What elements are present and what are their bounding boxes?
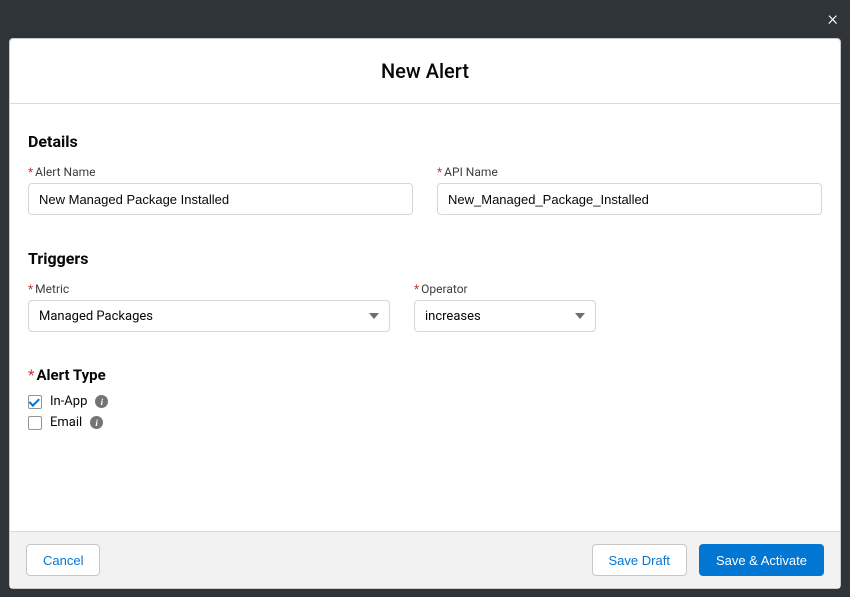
in-app-checkbox[interactable] [28, 395, 42, 409]
alert-type-heading-text: Alert Type [36, 366, 105, 384]
close-icon[interactable]: × [828, 8, 838, 28]
operator-select-value: increases [425, 309, 481, 324]
email-row: Email i [28, 415, 822, 430]
cancel-button[interactable]: Cancel [26, 544, 100, 576]
alert-name-input[interactable] [28, 183, 413, 215]
modal-body: Details * Alert Name * API Name [10, 104, 840, 531]
alert-name-field-group: * Alert Name [28, 165, 413, 215]
in-app-row: In-App i [28, 394, 822, 409]
alert-name-label-text: Alert Name [35, 165, 95, 179]
required-indicator: * [28, 366, 34, 384]
operator-label: * Operator [414, 282, 596, 296]
alert-name-label: * Alert Name [28, 165, 413, 179]
metric-select-value: Managed Packages [39, 309, 153, 324]
required-indicator: * [437, 165, 442, 179]
email-checkbox[interactable] [28, 416, 42, 430]
alert-type-section: *Alert Type In-App i Email i [28, 366, 822, 430]
api-name-input[interactable] [437, 183, 822, 215]
api-name-field-group: * API Name [437, 165, 822, 215]
api-name-label: * API Name [437, 165, 822, 179]
metric-field-group: * Metric Managed Packages [28, 282, 390, 332]
triggers-heading: Triggers [28, 249, 822, 268]
chevron-down-icon [369, 313, 379, 319]
info-icon[interactable]: i [90, 416, 103, 429]
modal-header: New Alert [10, 39, 840, 104]
operator-label-text: Operator [421, 282, 467, 296]
modal-title: New Alert [10, 59, 840, 83]
in-app-label: In-App [50, 394, 87, 409]
triggers-section: Triggers * Metric Managed Packages [28, 249, 822, 332]
metric-label: * Metric [28, 282, 390, 296]
required-indicator: * [28, 165, 33, 179]
operator-field-group: * Operator increases [414, 282, 596, 332]
metric-select[interactable]: Managed Packages [28, 300, 390, 332]
details-section: Details * Alert Name * API Name [28, 132, 822, 215]
email-label: Email [50, 415, 82, 430]
required-indicator: * [28, 282, 33, 296]
operator-select[interactable]: increases [414, 300, 596, 332]
metric-label-text: Metric [35, 282, 69, 296]
modal-footer: Cancel Save Draft Save & Activate [10, 531, 840, 588]
alert-type-heading: *Alert Type [28, 366, 822, 384]
save-draft-button[interactable]: Save Draft [592, 544, 687, 576]
new-alert-modal: New Alert Details * Alert Name * API Nam… [9, 38, 841, 589]
details-heading: Details [28, 132, 822, 151]
info-icon[interactable]: i [95, 395, 108, 408]
api-name-label-text: API Name [444, 165, 498, 179]
chevron-down-icon [575, 313, 585, 319]
save-activate-button[interactable]: Save & Activate [699, 544, 824, 576]
required-indicator: * [414, 282, 419, 296]
